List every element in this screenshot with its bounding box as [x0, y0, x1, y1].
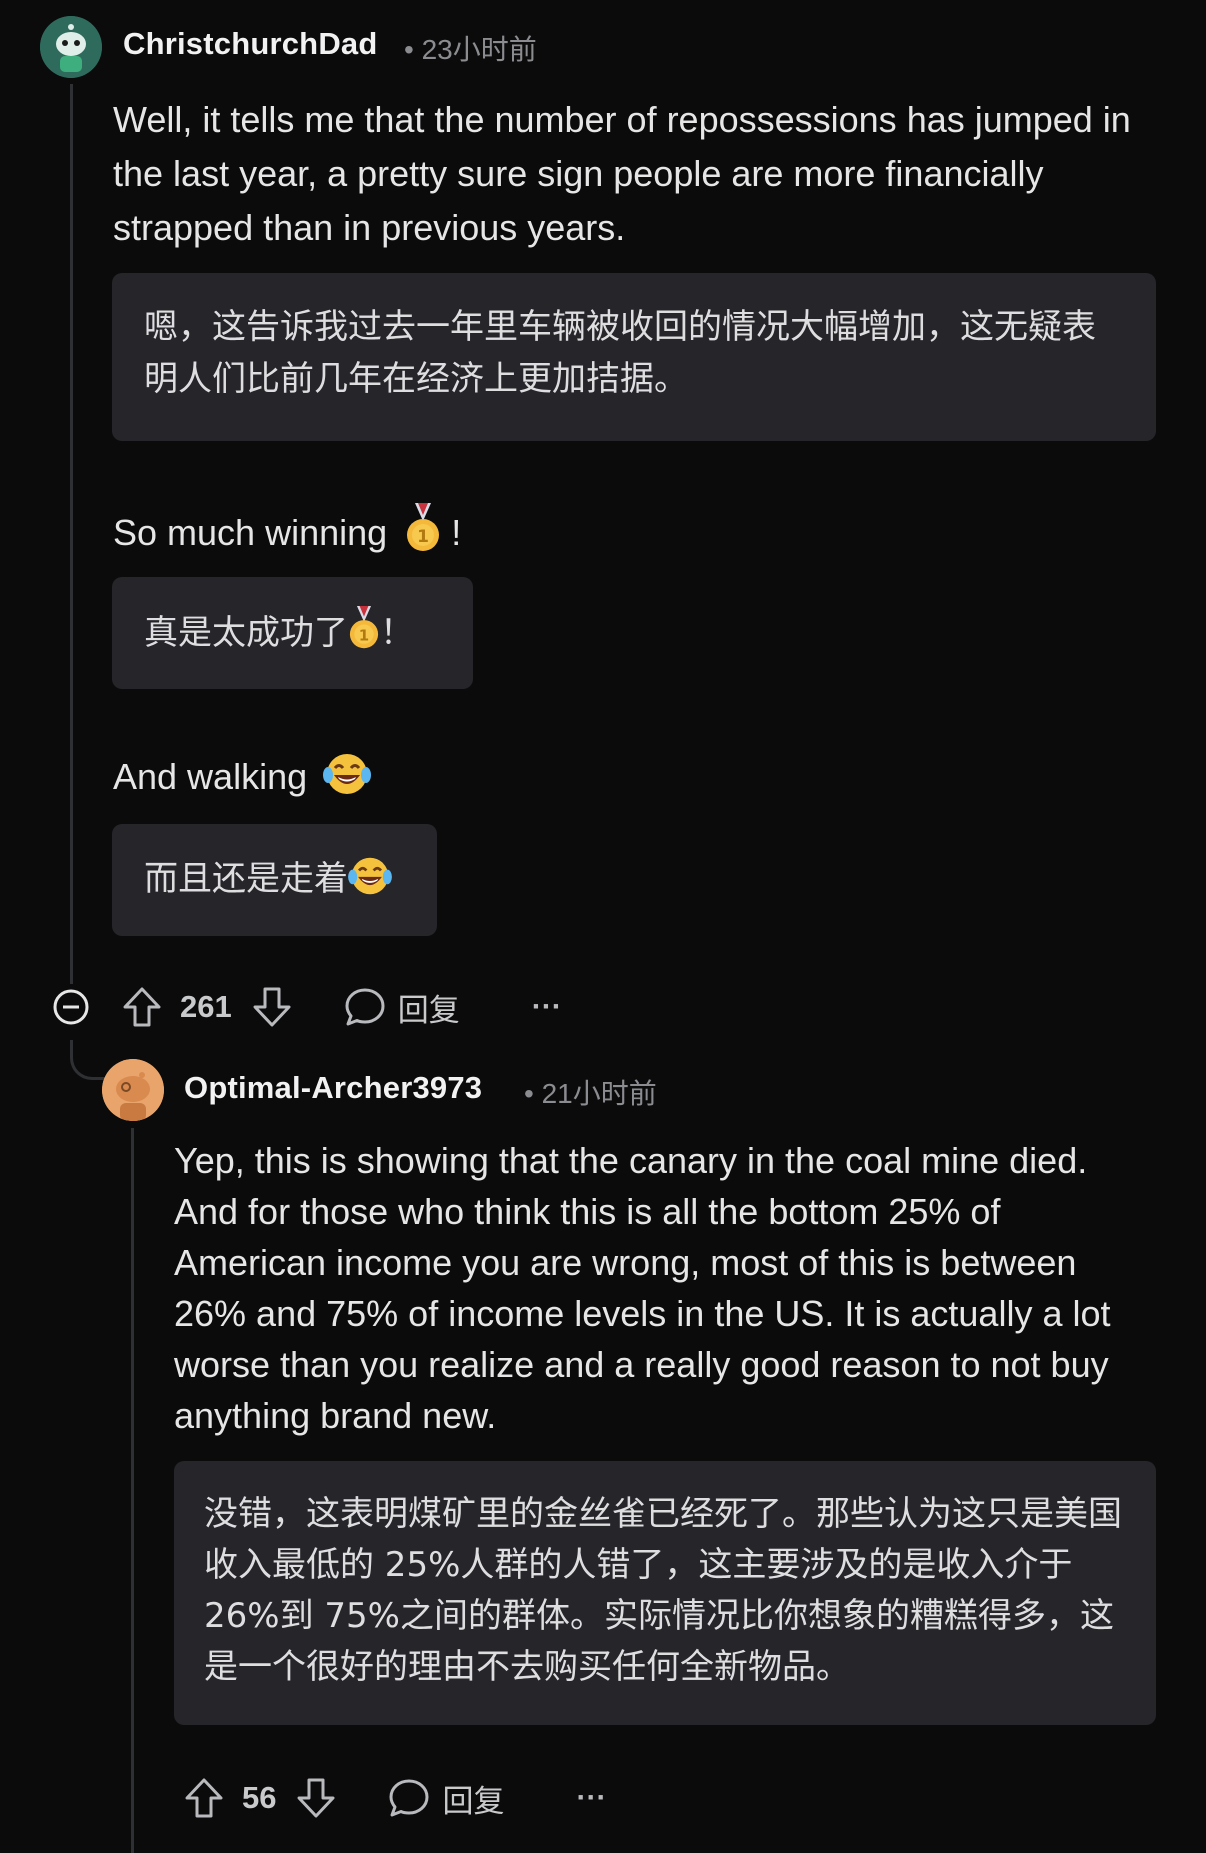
downvote-icon [297, 1778, 335, 1818]
downvote-button[interactable] [296, 1777, 336, 1819]
snoo-avatar-icon [40, 16, 102, 78]
vote-count: 56 [242, 1780, 277, 1815]
translation-box: 真是太成功了 1 ！ [112, 577, 473, 689]
collapse-icon [53, 989, 89, 1025]
comment-bubble-icon [345, 988, 385, 1026]
downvote-icon [253, 987, 291, 1027]
thread-line-main [70, 84, 73, 984]
comment-paragraph: Yep, this is showing that the canary in … [174, 1140, 1111, 1436]
more-options-button[interactable]: ··· [576, 1781, 606, 1815]
comment-paragraph-text: And walking [113, 756, 308, 797]
collapse-thread-button[interactable] [52, 988, 90, 1026]
svg-text:1: 1 [359, 626, 369, 644]
comment-actions: 261 回复 ··· [122, 984, 562, 1030]
translation-box: 没错，这表明煤矿里的金丝雀已经死了。那些认为这只是美国收入最低的 25%人群的人… [174, 1461, 1156, 1725]
downvote-button[interactable] [252, 986, 292, 1028]
reply-label: 回复 [397, 992, 460, 1029]
avatar[interactable] [40, 16, 102, 78]
vote-count: 261 [180, 989, 232, 1024]
comment-paragraph: Well, it tells me that the number of rep… [113, 99, 1131, 248]
username[interactable]: Optimal-Archer3973 [184, 1070, 482, 1106]
reply-label: 回复 [442, 1783, 505, 1820]
comment-actions: 56 回复 ··· [184, 1775, 606, 1821]
translation-text: 而且还是走着 [144, 859, 348, 899]
more-options-icon: ··· [576, 1781, 607, 1814]
avatar[interactable] [102, 1059, 164, 1121]
comment-paragraph-end: ! [451, 512, 462, 553]
snoo-avatar-icon [102, 1059, 164, 1121]
laughing-tears-icon [348, 855, 392, 897]
username[interactable]: ChristchurchDad [123, 26, 377, 62]
more-options-button[interactable]: ··· [532, 990, 562, 1024]
gold-medal-icon: 1 [348, 606, 380, 650]
translation-text: 嗯，这告诉我过去一年里车辆被收回的情况大幅增加，这无疑表明人们比前几年在经济上更… [144, 307, 1096, 399]
thread-line-child [131, 1128, 134, 1853]
gold-medal-icon: 1 [405, 503, 441, 553]
translation-box: 嗯，这告诉我过去一年里车辆被收回的情况大幅增加，这无疑表明人们比前几年在经济上更… [112, 273, 1156, 441]
laughing-tears-icon [323, 751, 372, 797]
timestamp-text: 23小时前 [421, 34, 537, 65]
upvote-button[interactable] [184, 1777, 224, 1819]
translation-text: 真是太成功了 [144, 613, 348, 653]
reply-button[interactable]: 回复 [388, 1776, 504, 1821]
translation-box: 而且还是走着 [112, 824, 437, 936]
timestamp-text: 21小时前 [541, 1078, 657, 1109]
upvote-icon [185, 1778, 223, 1818]
upvote-button[interactable] [122, 986, 162, 1028]
comment-bubble-icon [389, 1779, 429, 1817]
timestamp: • 23小时前 [404, 34, 537, 65]
svg-text:1: 1 [417, 527, 429, 547]
comment-paragraph-text: So much winning [113, 512, 388, 553]
upvote-icon [123, 987, 161, 1027]
more-options-icon: ··· [531, 990, 562, 1023]
translation-end: ！ [380, 613, 414, 653]
reply-button[interactable]: 回复 [344, 985, 460, 1030]
comment-paragraph: And walking [113, 750, 372, 804]
translation-text: 没错，这表明煤矿里的金丝雀已经死了。那些认为这只是美国收入最低的 25%人群的人… [204, 1494, 1122, 1687]
timestamp: • 21小时前 [524, 1078, 657, 1109]
comment-paragraph: So much winning 1 ! [113, 503, 461, 560]
